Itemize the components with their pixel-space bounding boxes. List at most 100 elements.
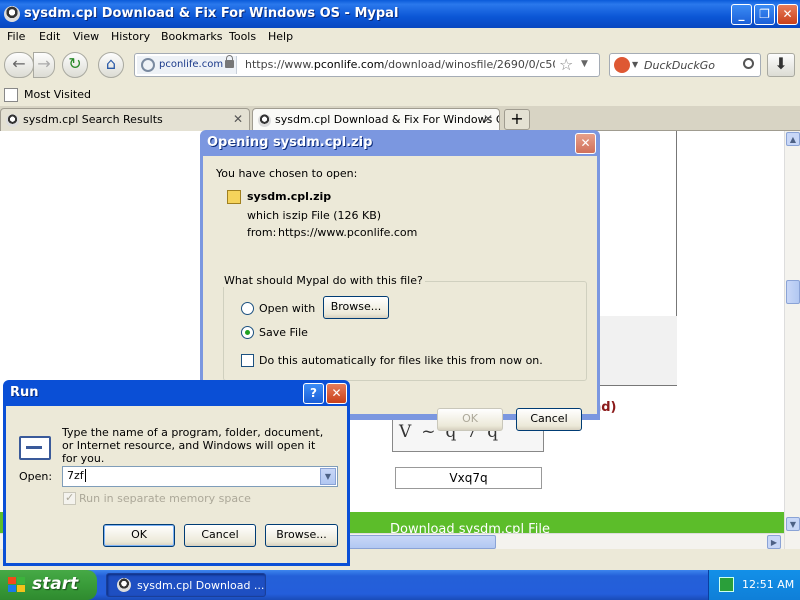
zip-file-icon bbox=[227, 190, 241, 204]
download-ok-button[interactable]: OK bbox=[437, 408, 503, 431]
run-program-icon bbox=[19, 436, 51, 460]
run-open-input[interactable]: 7zf ▼ bbox=[62, 466, 338, 487]
run-dialog-titlebar[interactable]: Run ? ✕ bbox=[6, 380, 347, 406]
run-dialog-title: Run bbox=[10, 385, 39, 400]
most-visited-bookmark[interactable]: Most Visited bbox=[24, 88, 91, 101]
run-description: Type the name of a program, folder, docu… bbox=[62, 426, 324, 465]
bookmark-star-icon[interactable]: ☆ bbox=[559, 55, 573, 74]
windows-logo-icon bbox=[8, 577, 26, 593]
horizontal-scroll-thumb[interactable] bbox=[348, 535, 496, 549]
taskbar-mypal-button[interactable]: sysdm.cpl Download ... bbox=[106, 573, 266, 597]
url-path: /download/winosfile/2690/0/c504a9fe: bbox=[384, 58, 555, 71]
open-with-label[interactable]: Open with bbox=[259, 302, 315, 315]
network-tray-icon[interactable] bbox=[719, 577, 734, 592]
download-cancel-button[interactable]: Cancel bbox=[516, 408, 582, 431]
menu-view[interactable]: View bbox=[73, 30, 99, 43]
search-engine-dropdown-icon[interactable]: ▼ bbox=[632, 60, 638, 69]
search-bar[interactable]: ▼ DuckDuckGo bbox=[609, 53, 761, 77]
menu-history[interactable]: History bbox=[111, 30, 150, 43]
window-titlebar[interactable]: sysdm.cpl Download & Fix For Windows OS … bbox=[0, 0, 800, 28]
download-dialog-titlebar[interactable]: Opening sysdm.cpl.zip ✕ bbox=[203, 130, 597, 156]
mypal-taskbar-icon bbox=[117, 578, 131, 592]
open-with-radio[interactable] bbox=[241, 302, 254, 315]
vertical-scroll-thumb[interactable] bbox=[786, 280, 800, 304]
auto-action-checkbox[interactable] bbox=[241, 354, 254, 367]
tab-sysdm-download[interactable]: sysdm.cpl Download & Fix For Windows OS … bbox=[252, 108, 500, 131]
url-bar[interactable]: pconlife.com https://www.pconlife.com/do… bbox=[134, 53, 600, 77]
close-tab-icon[interactable]: ✕ bbox=[483, 112, 493, 126]
taskbar-button-label: sysdm.cpl Download ... bbox=[137, 579, 265, 592]
chosen-to-open-text: You have chosen to open: bbox=[216, 167, 358, 180]
reload-button[interactable]: ↻ bbox=[62, 52, 88, 78]
scroll-down-icon[interactable]: ▼ bbox=[786, 517, 800, 531]
url-prefix: https://www. bbox=[245, 58, 314, 71]
menu-tools[interactable]: Tools bbox=[229, 30, 256, 43]
most-visited-icon bbox=[4, 88, 18, 102]
file-type-value: zip File (126 KB) bbox=[292, 209, 382, 222]
tab-label: sysdm.cpl Search Results bbox=[23, 113, 163, 126]
download-dialog-body: You have chosen to open: sysdm.cpl.zip w… bbox=[203, 156, 597, 431]
run-open-label: Open: bbox=[19, 470, 53, 483]
text-cursor bbox=[84, 469, 86, 482]
run-history-dropdown-icon[interactable]: ▼ bbox=[320, 468, 336, 485]
url-text[interactable]: https://www.pconlife.com/download/winosf… bbox=[245, 58, 555, 71]
captcha-input[interactable]: Vxq7q bbox=[395, 467, 542, 489]
menu-bookmarks[interactable]: Bookmarks bbox=[161, 30, 222, 43]
menu-help[interactable]: Help bbox=[268, 30, 293, 43]
mypal-app-icon bbox=[4, 6, 20, 22]
forward-button[interactable]: → bbox=[33, 52, 55, 78]
tab-favicon-icon bbox=[258, 114, 271, 127]
start-button[interactable]: start bbox=[0, 570, 97, 600]
navigation-toolbar: ← → ↻ ⌂ pconlife.com https://www.pconlif… bbox=[0, 46, 800, 84]
run-open-value: 7zf bbox=[67, 469, 84, 482]
menu-bar: File Edit View History Bookmarks Tools H… bbox=[0, 28, 800, 46]
new-tab-button[interactable]: + bbox=[504, 109, 530, 130]
maximize-button[interactable]: ❐ bbox=[754, 4, 775, 25]
vertical-scrollbar[interactable]: ▲ ▼ bbox=[784, 131, 800, 549]
run-ok-button[interactable]: OK bbox=[103, 524, 175, 547]
clock[interactable]: 12:51 AM bbox=[742, 578, 794, 591]
site-identity-button[interactable]: pconlife.com bbox=[137, 56, 237, 74]
url-dropdown-icon[interactable]: ▼ bbox=[581, 59, 588, 69]
file-action-question: What should Mypal do with this file? bbox=[222, 274, 425, 287]
start-label: start bbox=[32, 574, 79, 594]
save-file-radio[interactable] bbox=[241, 326, 254, 339]
download-dialog-title: Opening sysdm.cpl.zip bbox=[207, 135, 373, 150]
bookmarks-toolbar: Most Visited bbox=[0, 84, 800, 106]
run-close-button[interactable]: ✕ bbox=[326, 383, 347, 404]
run-browse-button[interactable]: Browse... bbox=[265, 524, 338, 547]
from-label: from: bbox=[247, 226, 277, 239]
from-value: https://www.pconlife.com bbox=[278, 226, 418, 239]
lock-icon bbox=[225, 55, 234, 68]
tab-strip: sysdm.cpl Search Results ✕ sysdm.cpl Dow… bbox=[0, 106, 800, 131]
close-window-button[interactable]: ✕ bbox=[777, 4, 798, 25]
back-button[interactable]: ← bbox=[4, 52, 34, 78]
separate-memory-checkbox[interactable] bbox=[63, 491, 76, 505]
search-icon[interactable] bbox=[743, 58, 754, 69]
downloads-button[interactable]: ⬇ bbox=[767, 53, 795, 77]
run-help-button[interactable]: ? bbox=[303, 383, 324, 404]
globe-icon bbox=[141, 58, 155, 72]
tab-label: sysdm.cpl Download & Fix For Windows OS bbox=[275, 113, 500, 126]
scroll-up-icon[interactable]: ▲ bbox=[786, 132, 800, 146]
minimize-button[interactable]: _ bbox=[731, 4, 752, 25]
tab-search-results[interactable]: sysdm.cpl Search Results ✕ bbox=[0, 108, 250, 131]
save-file-label[interactable]: Save File bbox=[259, 326, 308, 339]
search-placeholder: DuckDuckGo bbox=[644, 59, 715, 72]
scroll-right-icon[interactable]: ▶ bbox=[767, 535, 781, 549]
menu-edit[interactable]: Edit bbox=[39, 30, 60, 43]
taskbar: start sysdm.cpl Download ... 12:51 AM bbox=[0, 570, 800, 600]
url-domain: pconlife.com bbox=[313, 58, 385, 71]
site-domain: pconlife.com bbox=[159, 59, 224, 70]
close-tab-icon[interactable]: ✕ bbox=[233, 112, 243, 126]
file-name: sysdm.cpl.zip bbox=[247, 190, 332, 203]
auto-action-label[interactable]: Do this automatically for files like thi… bbox=[259, 354, 543, 367]
duckduckgo-icon[interactable] bbox=[614, 57, 630, 73]
menu-file[interactable]: File bbox=[7, 30, 25, 43]
run-cancel-button[interactable]: Cancel bbox=[184, 524, 256, 547]
home-button[interactable]: ⌂ bbox=[98, 52, 124, 78]
browse-app-button[interactable]: Browse... bbox=[323, 296, 389, 319]
download-dialog-close-button[interactable]: ✕ bbox=[575, 133, 596, 154]
download-dialog: Opening sysdm.cpl.zip ✕ You have chosen … bbox=[200, 130, 600, 431]
system-tray: 12:51 AM bbox=[708, 570, 800, 600]
